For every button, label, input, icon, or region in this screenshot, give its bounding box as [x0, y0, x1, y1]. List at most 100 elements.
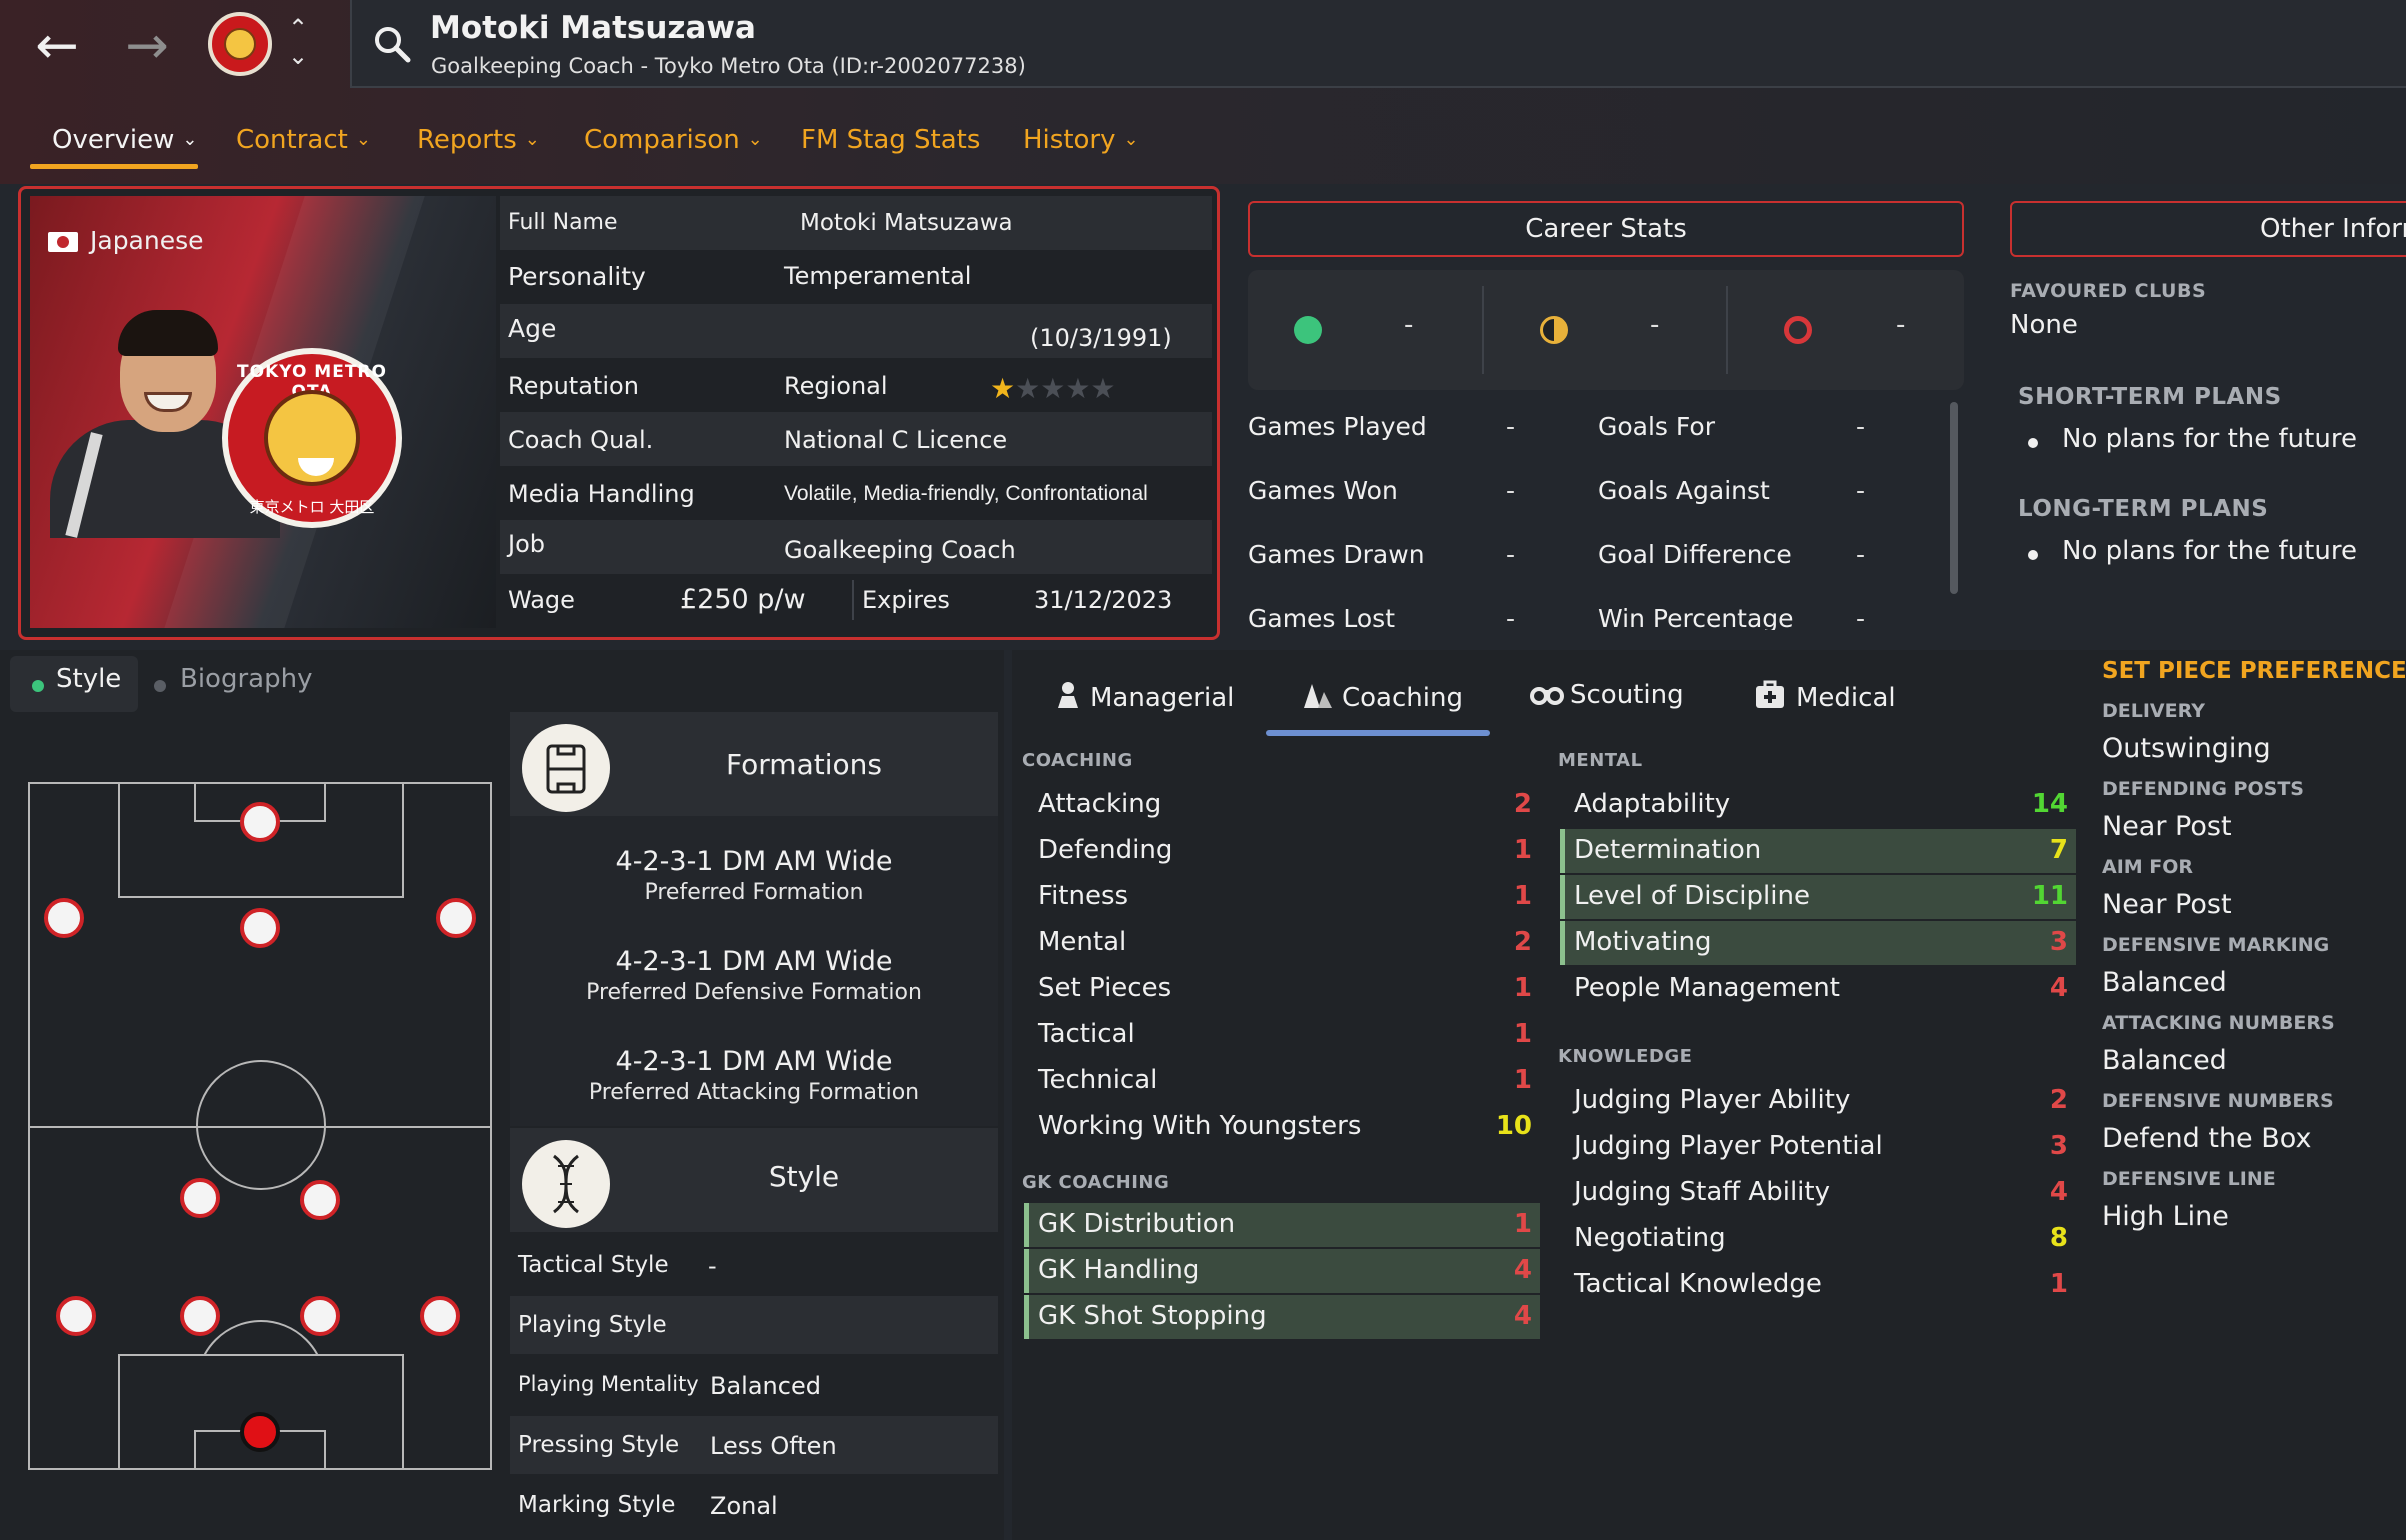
short-term-plans-heading: SHORT-TERM PLANS — [2018, 384, 2282, 410]
set-piece-value: High Line — [2102, 1201, 2229, 1232]
chevron-down-icon: ⌄ — [355, 129, 371, 150]
attribute-row[interactable]: Fitness 1 — [1024, 875, 1540, 919]
player-position-marker[interactable] — [240, 908, 280, 948]
set-piece-label: AIM FOR — [2102, 856, 2194, 878]
dna-icon — [522, 1140, 610, 1228]
favoured-clubs-heading: FAVOURED CLUBS — [2010, 280, 2207, 302]
page-title: Motoki Matsuzawa — [430, 10, 756, 46]
tab-scouting[interactable]: Scouting — [1530, 680, 1684, 710]
managerial-icon — [1058, 682, 1078, 708]
tab-comparison[interactable]: Comparison ⌄ — [584, 116, 763, 172]
set-piece-value: Balanced — [2102, 967, 2227, 998]
formation-type: Preferred Formation — [644, 880, 864, 905]
attribute-row[interactable]: Technical 1 — [1024, 1059, 1540, 1103]
subtab-style[interactable]: Style — [56, 664, 121, 694]
set-piece-value: Near Post — [2102, 889, 2232, 920]
gk-coaching-heading: GK COACHING — [1022, 1172, 1170, 1193]
attribute-row[interactable]: Negotiating 8 — [1560, 1217, 2076, 1261]
style-row-playing: Playing Style — [510, 1296, 998, 1354]
chevron-down-icon: ⌄ — [747, 129, 763, 150]
forward-arrow-icon[interactable]: → — [112, 18, 182, 74]
attribute-row[interactable]: Determination 7 — [1560, 829, 2076, 873]
search-icon[interactable] — [372, 24, 412, 64]
player-position-marker[interactable] — [300, 1296, 340, 1336]
tab-reports[interactable]: Reports ⌄ — [417, 116, 540, 172]
club-badge-icon[interactable] — [208, 12, 272, 76]
reputation-stars: ★★★★★ — [990, 372, 1116, 405]
career-stats-grid: Games Played - Goals For - Games Won - G… — [1248, 404, 1958, 630]
set-piece-label: DEFENSIVE MARKING — [2102, 934, 2330, 956]
player-position-marker[interactable] — [420, 1296, 460, 1336]
stat-row: Games Played - Goals For - — [1248, 412, 1866, 441]
mental-heading: MENTAL — [1558, 750, 1643, 771]
bullet-icon — [2028, 438, 2038, 448]
stats-scrollbar[interactable] — [1950, 402, 1958, 594]
attribute-row[interactable]: GK Distribution 1 — [1024, 1203, 1540, 1247]
set-piece-label: DEFENSIVE LINE — [2102, 1168, 2276, 1190]
attribute-row[interactable]: Judging Staff Ability 4 — [1560, 1171, 2076, 1215]
other-information-button[interactable]: Other Inform — [2010, 201, 2406, 257]
tab-history[interactable]: History ⌄ — [1023, 116, 1139, 172]
attribute-row[interactable]: Set Pieces 1 — [1024, 967, 1540, 1011]
star-empty-icon: ★★★★ — [1015, 372, 1116, 405]
style-row-tactical: Tactical Style - — [518, 1252, 717, 1280]
tab-fm-stag-stats[interactable]: FM Stag Stats — [801, 116, 980, 172]
formation-name: 4-2-3-1 DM AM Wide — [615, 1046, 893, 1077]
player-position-marker[interactable] — [56, 1296, 96, 1336]
loss-ring-icon — [1784, 316, 1812, 344]
tab-medical[interactable]: Medical — [1754, 680, 1896, 713]
coaching-heading: COACHING — [1022, 750, 1133, 771]
player-position-marker[interactable] — [180, 1178, 220, 1218]
player-position-marker[interactable] — [180, 1296, 220, 1336]
subtab-biography[interactable]: Biography — [180, 664, 312, 694]
formations-card: Formations 4-2-3-1 DM AM Wide Preferred … — [510, 712, 998, 1126]
set-piece-label: DEFENDING POSTS — [2102, 778, 2304, 800]
set-piece-label: DELIVERY — [2102, 700, 2205, 722]
tab-managerial[interactable]: Managerial — [1054, 680, 1234, 713]
chevron-down-icon: ⌄ — [182, 129, 198, 150]
attribute-row[interactable]: GK Shot Stopping 4 — [1024, 1295, 1540, 1339]
attribute-row[interactable]: Judging Player Potential 3 — [1560, 1125, 2076, 1169]
info-row-personality: Personality Temperamental — [508, 262, 972, 291]
set-piece-label: DEFENSIVE NUMBERS — [2102, 1090, 2334, 1112]
career-stats-button[interactable]: Career Stats — [1248, 201, 1964, 257]
nationality-label: Japanese — [90, 226, 204, 255]
player-position-marker[interactable] — [240, 802, 280, 842]
player-position-marker[interactable] — [436, 898, 476, 938]
info-row-wage: Wage £250 p/w Expires 31/12/2023 — [500, 574, 1212, 628]
info-row-coach-qual: Coach Qual. National C Licence — [500, 412, 1212, 466]
attribute-row[interactable]: Level of Discipline 11 — [1560, 875, 2076, 919]
chevron-down-icon: ⌄ — [524, 129, 540, 150]
formation-pitch — [28, 782, 492, 1470]
attribute-row[interactable]: Tactical 1 — [1024, 1013, 1540, 1057]
attribute-row[interactable]: Defending 1 — [1024, 829, 1540, 873]
knowledge-heading: KNOWLEDGE — [1558, 1046, 1693, 1067]
short-term-plans-value: No plans for the future — [2062, 424, 2357, 454]
set-piece-value: Near Post — [2102, 811, 2232, 842]
attribute-row[interactable]: People Management 4 — [1560, 967, 2076, 1011]
tab-contract[interactable]: Contract ⌄ — [236, 116, 371, 172]
active-attr-tab-underline — [1266, 730, 1490, 736]
star-filled-icon: ★ — [990, 372, 1016, 405]
goalkeeper-position-marker[interactable] — [240, 1412, 280, 1452]
long-term-plans-value: No plans for the future — [2062, 536, 2357, 566]
attribute-row[interactable]: Mental 2 — [1024, 921, 1540, 965]
tab-coaching[interactable]: Coaching — [1300, 680, 1463, 713]
player-position-marker[interactable] — [44, 898, 84, 938]
cycle-up-down-icon[interactable]: ⌃ ⌄ — [286, 14, 310, 74]
attribute-row[interactable]: Tactical Knowledge 1 — [1560, 1263, 2076, 1307]
attribute-row[interactable]: Working With Youngsters 10 — [1024, 1105, 1540, 1149]
attribute-row[interactable]: Adaptability 14 — [1560, 783, 2076, 827]
long-term-plans-heading: LONG-TERM PLANS — [2018, 496, 2269, 522]
player-position-marker[interactable] — [300, 1180, 340, 1220]
back-arrow-icon[interactable]: ← — [22, 18, 92, 74]
info-row-full-name: Full Name Motoki Matsuzawa — [500, 196, 1212, 250]
attribute-row[interactable]: Attacking 2 — [1024, 783, 1540, 827]
attribute-row[interactable]: GK Handling 4 — [1024, 1249, 1540, 1293]
formation-type: Preferred Defensive Formation — [586, 980, 922, 1005]
stat-row: Games Lost - Win Percentage - — [1248, 604, 1866, 630]
set-piece-preferences-heading: SET PIECE PREFERENCES — [2102, 658, 2406, 684]
attribute-row[interactable]: Judging Player Ability 2 — [1560, 1079, 2076, 1123]
stat-row: Games Drawn - Goal Difference - — [1248, 540, 1866, 569]
attribute-row[interactable]: Motivating 3 — [1560, 921, 2076, 965]
